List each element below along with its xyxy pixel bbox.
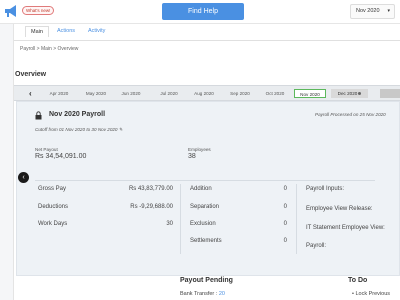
month-tab-apr-2020[interactable]: Apr 2020 — [44, 89, 74, 98]
payroll-status-label: Payroll: — [306, 243, 327, 249]
todo-item-label: Lock Previous — [355, 291, 391, 297]
page-title: Overview — [15, 71, 47, 78]
month-tab-may-2020[interactable]: May 2020 — [81, 89, 111, 98]
separation-label: Separation — [190, 204, 220, 210]
work-days-label: Work Days — [38, 221, 68, 227]
separation-value: 0 — [283, 204, 287, 210]
bank-transfer: Bank Transfer : 20 — [180, 291, 225, 297]
bank-transfer-label: Bank Transfer : — [180, 291, 219, 297]
month-tab-dec-2020[interactable]: Dec 2020 — [331, 89, 368, 98]
megaphone-icon[interactable] — [4, 4, 20, 18]
payroll-inputs-label: Payroll Inputs: — [306, 186, 345, 192]
find-help-button[interactable]: Find Help — [162, 3, 244, 20]
settlements-value: 0 — [283, 238, 287, 244]
status-dot-icon — [358, 92, 362, 96]
sidebar — [0, 24, 14, 300]
deductions-value: Rs -9,29,688.00 — [130, 204, 173, 210]
payroll-title: Nov 2020 Payroll — [49, 111, 106, 118]
tab-main[interactable]: Main — [25, 26, 49, 37]
month-tab-jul-2020[interactable]: Jul 2020 — [154, 89, 184, 98]
settlements-label: Settlements — [190, 238, 222, 244]
month-tab-nov-2020[interactable]: Nov 2020 — [294, 89, 326, 98]
month-tab-aug-2020[interactable]: Aug 2020 — [189, 89, 219, 98]
bank-transfer-count[interactable]: 20 — [219, 291, 225, 297]
month-tab-sep-2020[interactable]: Sep 2020 — [225, 89, 255, 98]
processed-date: Payroll Processed on 25 Nov 2020 — [315, 112, 386, 117]
whats-new-badge[interactable]: What's new! — [22, 6, 55, 15]
pencil-icon[interactable]: ✎ — [119, 127, 123, 132]
month-tab-jun-2020[interactable]: Jun 2020 — [116, 89, 146, 98]
divider — [35, 180, 375, 181]
payout-pending-title: Payout Pending — [180, 277, 233, 284]
work-days-value: 30 — [166, 221, 173, 227]
it-statement-view-label: IT Statement Employee View: — [306, 225, 385, 231]
tab-bar: Main Actions Activity — [14, 24, 400, 41]
chevron-down-icon: ▾ — [387, 8, 390, 14]
todo-item[interactable]: • Lock Previous — [352, 291, 390, 297]
gross-pay-label: Gross Pay — [38, 186, 67, 192]
column-divider — [296, 184, 297, 254]
net-payout-value: Rs 34,54,091.00 — [35, 153, 87, 160]
lock-icon — [35, 111, 42, 120]
month-strip: ‹ Apr 2020 May 2020 Jun 2020 Jul 2020 Au… — [14, 85, 400, 101]
employees-value: 38 — [188, 153, 196, 160]
deductions-label: Deductions — [38, 204, 69, 210]
chevron-left-icon[interactable]: ‹ — [29, 86, 32, 101]
month-tab-oct-2020[interactable]: Oct 2020 — [260, 89, 290, 98]
exclusion-label: Exclusion — [190, 221, 216, 227]
gross-pay-value: Rs 43,83,779.00 — [128, 186, 173, 192]
tab-actions[interactable]: Actions — [57, 28, 75, 34]
employee-view-release-label: Employee View Release: — [306, 206, 373, 212]
exclusion-value: 0 — [283, 221, 287, 227]
cutoff-period: Cutoff from 01 Nov 2020 to 30 Nov 2020 ✎ — [35, 127, 123, 133]
month-selector-value: Nov 2020 — [356, 8, 380, 14]
breadcrumb: Payroll > Main > Overview — [20, 46, 79, 52]
cutoff-text: Cutoff from 01 Nov 2020 to 30 Nov 2020 — [35, 127, 118, 132]
addition-label: Addition — [190, 186, 212, 192]
net-payout-label: Net Payout — [35, 147, 58, 152]
employees-label: Employees — [188, 147, 211, 152]
month-selector[interactable]: Nov 2020 ▾ — [350, 4, 395, 19]
todo-title: To Do — [348, 277, 368, 284]
column-divider — [180, 184, 181, 254]
addition-value: 0 — [283, 186, 287, 192]
previous-arrow-icon[interactable]: ‹ — [18, 172, 29, 183]
month-strip-scroll[interactable] — [380, 89, 400, 98]
top-bar: What's new! Find Help Nov 2020 ▾ — [0, 0, 400, 24]
tab-activity[interactable]: Activity — [88, 28, 105, 34]
